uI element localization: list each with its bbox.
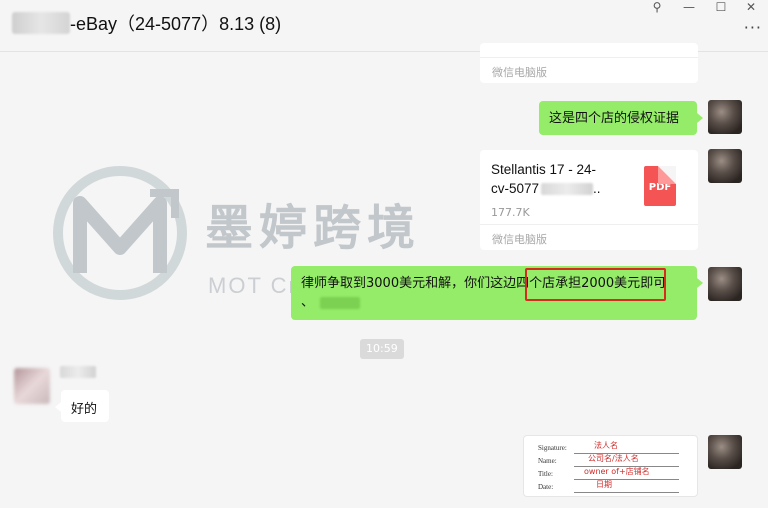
more-options-icon[interactable]: ···: [744, 18, 762, 37]
message-bubble-received[interactable]: 好的: [55, 390, 109, 422]
watermark-brand-cn: 墨婷跨境: [205, 200, 422, 256]
message-text: 这是四个店的侵权证据: [549, 111, 680, 126]
blurred-text: [320, 296, 361, 309]
minimize-button[interactable]: —: [674, 0, 704, 16]
file-name: Stellantis 17 - 24- cv-5077..: [491, 162, 601, 196]
message-bubble-sent[interactable]: 这是四个店的侵权证据: [539, 101, 703, 135]
message-text: 好的: [71, 402, 98, 417]
message-text: 律师争取到3000美元和解，你们这边: [301, 276, 517, 291]
blurred-sender-name: [60, 366, 96, 378]
signature-image[interactable]: Signature: 法人名 Name: 公司名/法人名 Title: owne…: [523, 435, 698, 497]
close-button[interactable]: ✕: [736, 0, 766, 16]
maximize-button[interactable]: ☐: [706, 0, 736, 16]
chat-area[interactable]: 墨婷跨境 MOT Cross-boarding 微信电脑版 这是四个店的侵权证据…: [0, 43, 768, 508]
watermark-logo-icon: [53, 166, 187, 300]
avatar[interactable]: [708, 100, 742, 134]
card-source: 微信电脑版: [480, 224, 698, 250]
blurred-filename: [541, 183, 594, 196]
avatar[interactable]: [708, 149, 742, 183]
blurred-contact-name: [12, 12, 70, 34]
pdf-file-icon: PDF: [644, 166, 676, 206]
avatar-contact[interactable]: [14, 368, 50, 404]
chat-title: -eBay（24-5077）8.13 (8): [70, 14, 282, 34]
highlight-box: [525, 268, 666, 301]
file-card-partial[interactable]: 微信电脑版: [480, 43, 698, 83]
file-size: 177.7K: [491, 206, 530, 219]
message-text: 、: [301, 295, 315, 310]
file-card[interactable]: Stellantis 17 - 24- cv-5077.. 177.7K PDF…: [480, 150, 698, 250]
avatar[interactable]: [708, 267, 742, 301]
message-timestamp: 10:59: [360, 339, 404, 359]
avatar[interactable]: [708, 435, 742, 469]
pin-icon[interactable]: ⚲: [642, 0, 672, 16]
card-source: 微信电脑版: [480, 57, 698, 83]
